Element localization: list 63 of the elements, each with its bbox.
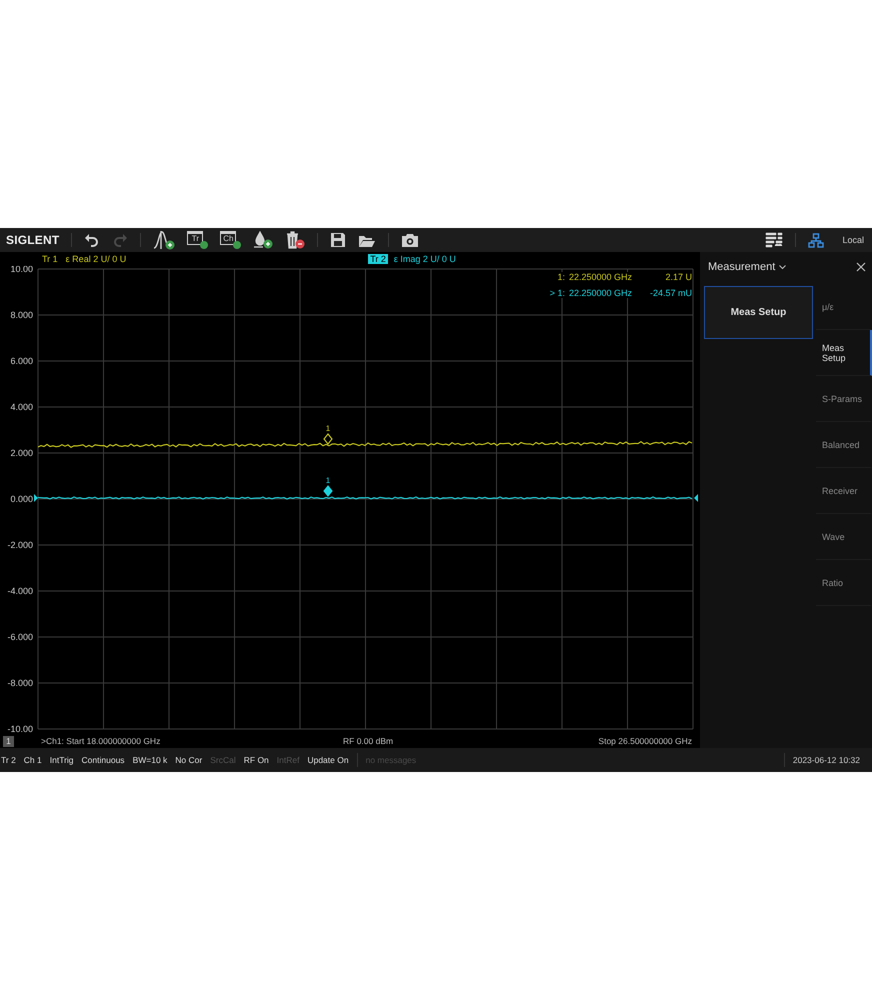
chevron-down-icon[interactable]	[779, 264, 786, 270]
status-item: BW=10 k	[132, 755, 168, 765]
reference-marker-icon	[34, 494, 38, 502]
date-time: 2023-06-12 10:32	[792, 755, 860, 765]
y-tick-label: -6.000	[7, 632, 33, 642]
y-tick-label: 10.00	[10, 266, 33, 274]
marker-frequency: 22.250000 GHz	[568, 272, 632, 282]
rf-power: RF 0.00 dBm	[343, 736, 394, 746]
panel-title[interactable]: Measurement	[708, 261, 776, 273]
status-item: Ch 1	[24, 755, 42, 765]
marker-value: -24.57 mU	[648, 288, 692, 298]
start-frequency: >Ch1: Start 18.000000000 GHz	[41, 736, 162, 746]
close-icon[interactable]	[856, 262, 866, 272]
add-marker-icon[interactable]	[153, 230, 176, 250]
reference-marker-icon	[694, 494, 698, 502]
network-icon[interactable]	[808, 232, 824, 248]
status-item: IntRef	[276, 755, 300, 765]
status-item: RF On	[244, 755, 269, 765]
mode-label: Local	[842, 235, 864, 245]
channel-number[interactable]: 1	[3, 736, 14, 746]
y-tick-label: 2.000	[10, 448, 33, 458]
marker-number: 1:	[556, 272, 565, 282]
marker-diamond-icon[interactable]	[323, 485, 333, 497]
marker-value: 2.17 U	[664, 272, 692, 282]
marker-frequency: 22.250000 GHz	[568, 288, 632, 298]
drop-add-icon[interactable]	[253, 231, 274, 249]
undo-icon[interactable]	[84, 233, 100, 247]
save-icon[interactable]	[330, 232, 346, 248]
menu-tab[interactable]: Ratio	[816, 560, 872, 606]
y-tick-label: -8.000	[7, 678, 33, 688]
marker-label: 1	[326, 476, 330, 485]
status-item: Tr 2	[1, 755, 16, 765]
y-tick-label: -10.00	[7, 724, 33, 734]
trace-tab[interactable]: Tr 1	[40, 254, 60, 264]
status-item: IntTrig	[50, 755, 74, 765]
status-item: SrcCal	[210, 755, 236, 765]
camera-icon[interactable]	[401, 232, 420, 248]
siglent-logo: SIGLENT	[6, 233, 60, 247]
status-item: Continuous	[82, 755, 125, 765]
marker-diamond-icon[interactable]	[323, 433, 333, 445]
marker-number: > 1:	[550, 288, 565, 298]
menu-tab[interactable]: S-Params	[816, 376, 872, 422]
marker-label: 1	[326, 424, 330, 433]
trash-icon[interactable]	[285, 231, 306, 249]
y-tick-label: 4.000	[10, 402, 33, 412]
y-tick-label: 8.000	[10, 310, 33, 320]
trace-tab[interactable]: Tr 2	[368, 254, 388, 264]
stop-frequency: Stop 26.500000000 GHz	[598, 736, 692, 746]
trace-format: ε Real 2 U/ 0 U	[66, 254, 126, 264]
meas-setup-button[interactable]: Meas Setup	[704, 286, 813, 339]
trace-format: ε Imag 2 U/ 0 U	[394, 254, 456, 264]
y-tick-label: -2.000	[7, 540, 33, 550]
y-tick-label: 6.000	[10, 356, 33, 366]
y-tick-label: -4.000	[7, 586, 33, 596]
status-item: No Cor	[175, 755, 202, 765]
menu-tab[interactable]: Meas Setup	[816, 330, 872, 376]
y-tick-label: 0.000	[10, 494, 33, 504]
status-item: Update On	[307, 755, 349, 765]
menu-tab[interactable]: Wave	[816, 514, 872, 560]
menu-tab[interactable]: Balanced	[816, 422, 872, 468]
menu-tab[interactable]: Receiver	[816, 468, 872, 514]
layout-icon[interactable]	[765, 232, 784, 248]
menu-tab[interactable]: μ/ε	[816, 284, 872, 330]
